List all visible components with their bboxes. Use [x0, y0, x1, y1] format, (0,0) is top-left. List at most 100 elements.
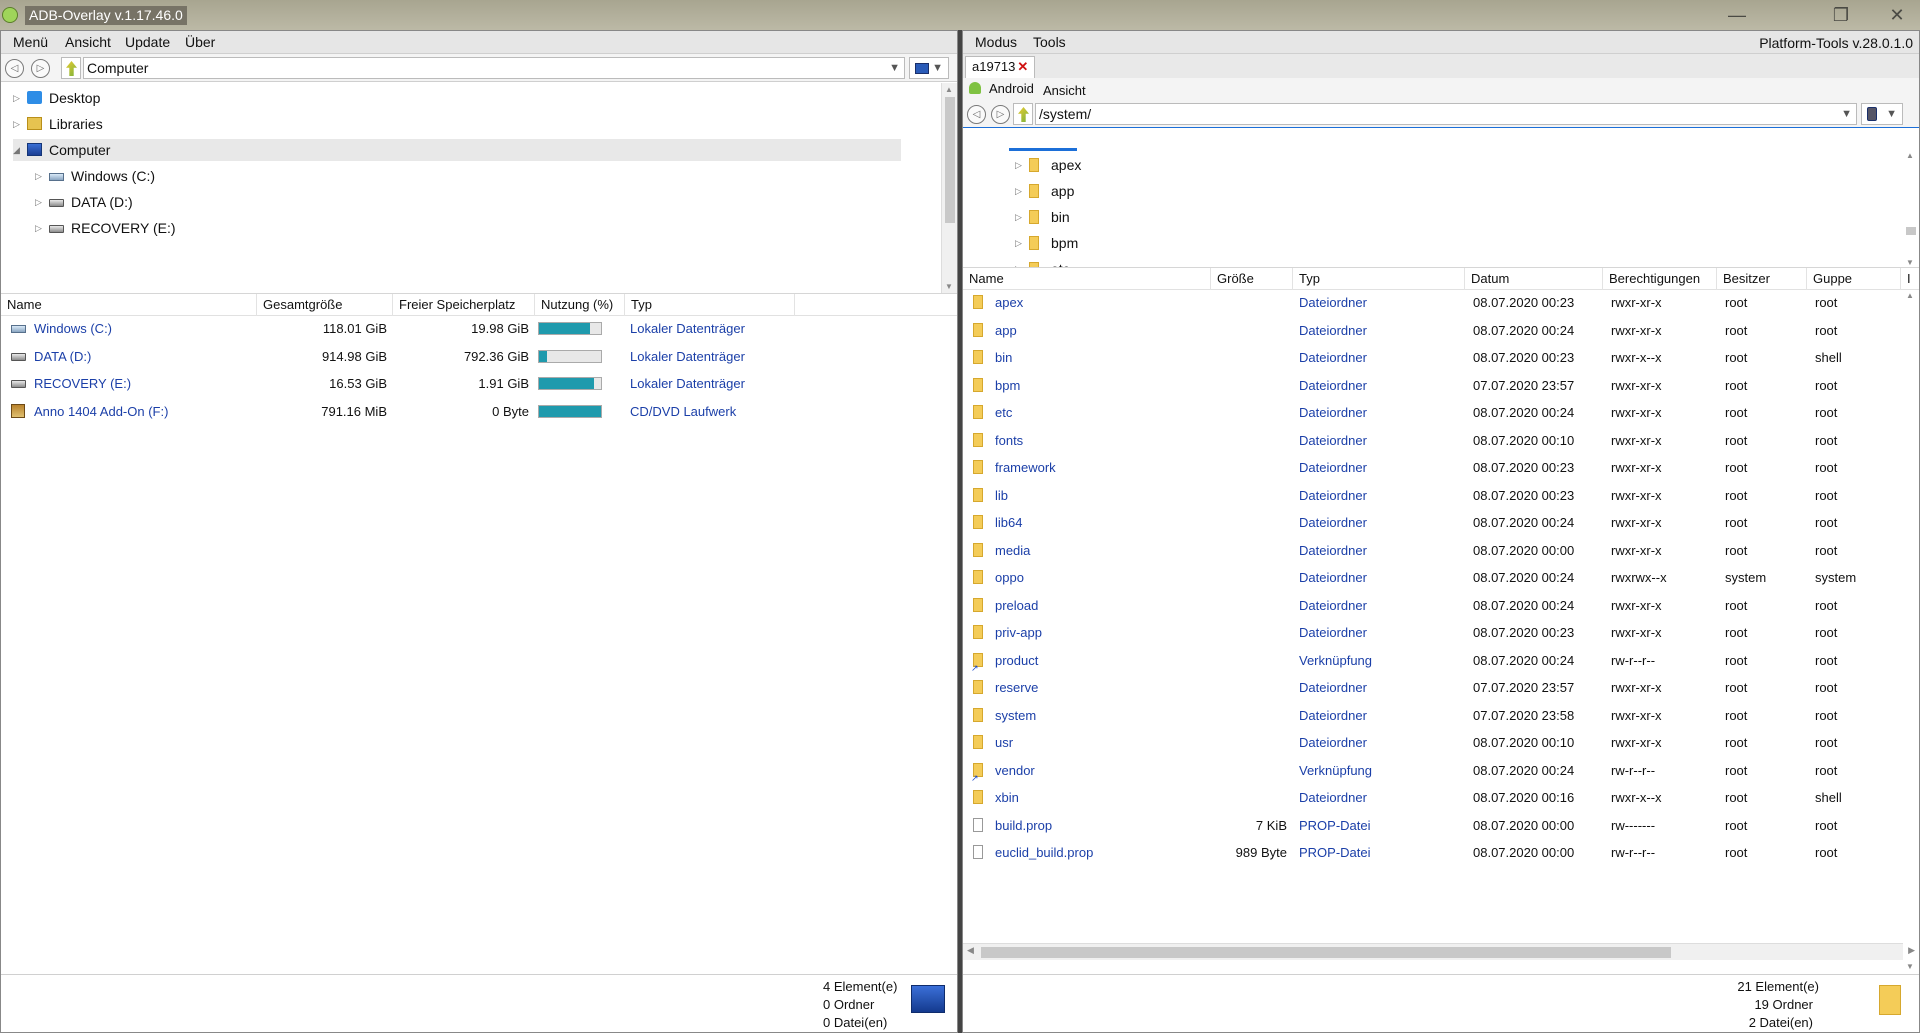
tree-item[interactable]: ▷ Libraries — [13, 113, 901, 135]
file-name[interactable]: bin — [995, 346, 1209, 369]
tree-item[interactable]: ▷ Desktop — [13, 87, 901, 109]
table-row[interactable]: usr Dateiordner 08.07.2020 00:10 rwxr-xr-x r… — [963, 731, 1919, 754]
title-bar[interactable]: ADB-Overlay v.1.17.46.0 — ❐ ✕ — [0, 0, 1920, 30]
file-name[interactable]: build.prop — [995, 814, 1209, 837]
menu-menue[interactable]: Menü — [13, 34, 48, 51]
scroll-up-icon[interactable]: ▲ — [1906, 151, 1914, 160]
tree-item[interactable]: ▷ apex — [1015, 154, 1515, 176]
left-tree-scrollbar[interactable]: ▲ ▼ — [941, 83, 957, 293]
right-device-selector[interactable]: ▼ — [1861, 103, 1903, 125]
file-name[interactable]: usr — [995, 731, 1209, 754]
table-row[interactable]: vendor Verknüpfung 08.07.2020 00:24 rw-r--r… — [963, 759, 1919, 790]
table-row[interactable]: bpm Dateiordner 07.07.2020 23:57 rwxr-xr-x r… — [963, 374, 1919, 397]
tree-item[interactable]: ▷ bpm — [1015, 232, 1515, 254]
scroll-thumb[interactable] — [1906, 227, 1916, 235]
expand-icon[interactable]: ▷ — [13, 87, 23, 109]
menu-ueber[interactable]: Über — [185, 34, 215, 51]
right-list-vscroll[interactable]: ▲ ▼ — [1903, 291, 1919, 971]
table-row[interactable]: preload Dateiordner 08.07.2020 00:24 rwxr-x… — [963, 594, 1919, 617]
table-row[interactable]: DATA (D:) 914.98 GiB 792.36 GiB Lokaler Dat… — [1, 345, 957, 368]
expand-icon[interactable]: ▷ — [1015, 206, 1025, 228]
file-name[interactable]: product — [995, 649, 1209, 672]
expand-icon[interactable]: ▷ — [13, 113, 23, 135]
device-tab[interactable]: a19713 ✕ — [965, 56, 1036, 78]
expand-icon[interactable]: ▷ — [1015, 258, 1025, 267]
table-row[interactable]: fonts Dateiordner 08.07.2020 00:10 rwxr-xr-… — [963, 429, 1919, 452]
forward-icon[interactable]: ▷ — [31, 59, 50, 78]
menu-tools[interactable]: Tools — [1033, 34, 1066, 51]
file-name[interactable]: media — [995, 539, 1209, 562]
tree-item[interactable]: ▷ RECOVERY (E:) — [35, 217, 901, 239]
up-arrow-icon[interactable] — [61, 57, 81, 79]
left-path-input[interactable]: Computer ▼ — [83, 57, 905, 79]
expand-icon[interactable]: ▷ — [35, 191, 45, 213]
menu-update[interactable]: Update — [125, 34, 170, 51]
close-tab-icon[interactable]: ✕ — [1017, 59, 1028, 74]
tree-item[interactable]: ▷ etc — [1015, 258, 1515, 267]
tree-item[interactable]: ▷ Windows (C:) — [35, 165, 901, 187]
scroll-down-icon[interactable]: ▼ — [1906, 962, 1914, 971]
android-menu[interactable]: Android — [989, 81, 1034, 96]
file-name[interactable]: xbin — [995, 786, 1209, 809]
table-row[interactable]: product Verknüpfung 08.07.2020 00:24 rw-r--… — [963, 649, 1919, 680]
minimize-icon[interactable]: — — [1714, 2, 1760, 28]
col-total-size[interactable]: Gesamtgröße — [257, 294, 393, 316]
restore-icon[interactable]: ❐ — [1818, 2, 1864, 28]
col-type[interactable]: Typ — [1293, 268, 1465, 290]
file-name[interactable]: euclid_build.prop — [995, 841, 1209, 864]
back-icon[interactable]: ◁ — [5, 59, 24, 78]
ansicht-menu[interactable]: Ansicht — [1043, 83, 1086, 98]
file-name[interactable]: reserve — [995, 676, 1209, 699]
table-row[interactable]: build.prop 7 KiB PROP-Datei 08.07.2020 00:0… — [963, 814, 1919, 837]
expand-icon[interactable]: ▷ — [35, 165, 45, 187]
table-row[interactable]: bin Dateiordner 08.07.2020 00:23 rwxr-x--x r… — [963, 346, 1919, 369]
table-row[interactable]: xbin Dateiordner 08.07.2020 00:16 rwxr-x--x… — [963, 786, 1919, 809]
table-row[interactable]: lib64 Dateiordner 08.07.2020 00:24 rwxr-xr-… — [963, 511, 1919, 534]
table-row[interactable]: media Dateiordner 08.07.2020 00:00 rwxr-xr-… — [963, 539, 1919, 562]
tree-item[interactable]: ▷ app — [1015, 180, 1515, 202]
file-name[interactable]: bpm — [995, 374, 1209, 397]
file-name[interactable]: etc — [995, 401, 1209, 424]
drive-name[interactable]: RECOVERY (E:) — [34, 372, 254, 395]
close-icon[interactable]: ✕ — [1874, 2, 1920, 28]
expand-icon[interactable]: ▷ — [1015, 154, 1025, 176]
up-arrow-icon[interactable] — [1013, 103, 1033, 125]
table-row[interactable]: priv-app Dateiordner 08.07.2020 00:23 rwxr-… — [963, 621, 1919, 644]
scroll-right-icon[interactable]: ▶ — [1908, 945, 1915, 956]
menu-ansicht[interactable]: Ansicht — [65, 34, 111, 51]
col-group[interactable]: Guppe — [1807, 268, 1901, 290]
scroll-down-icon[interactable]: ▼ — [945, 282, 953, 291]
expand-icon[interactable]: ▷ — [1015, 232, 1025, 254]
drive-name[interactable]: Windows (C:) — [34, 317, 254, 340]
col-usage[interactable]: Nutzung (%) — [535, 294, 625, 316]
file-name[interactable]: preload — [995, 594, 1209, 617]
drive-name[interactable]: DATA (D:) — [34, 345, 254, 368]
file-name[interactable]: lib — [995, 484, 1209, 507]
file-name[interactable]: vendor — [995, 759, 1209, 782]
table-row[interactable]: Anno 1404 Add-On (F:) 791.16 MiB 0 Byte CD/… — [1, 400, 957, 423]
file-name[interactable]: fonts — [995, 429, 1209, 452]
chevron-down-icon[interactable]: ▼ — [889, 58, 900, 78]
tree-item[interactable]: ▷ bin — [1015, 206, 1515, 228]
menu-modus[interactable]: Modus — [975, 34, 1017, 51]
col-free-space[interactable]: Freier Speicherplatz — [393, 294, 535, 316]
right-tree-scrollbar[interactable]: ▲ ▼ — [1903, 151, 1919, 267]
tree-item[interactable]: ◢ Computer — [13, 139, 901, 161]
expand-icon[interactable]: ▷ — [35, 217, 45, 239]
file-name[interactable]: app — [995, 319, 1209, 342]
expand-icon[interactable]: ▷ — [1015, 180, 1025, 202]
file-name[interactable]: priv-app — [995, 621, 1209, 644]
file-name[interactable]: lib64 — [995, 511, 1209, 534]
col-permissions[interactable]: Berechtigungen — [1603, 268, 1717, 290]
table-row[interactable]: app Dateiordner 08.07.2020 00:24 rwxr-xr-x r… — [963, 319, 1919, 342]
expand-icon[interactable]: ◢ — [13, 139, 23, 161]
table-row[interactable]: reserve Dateiordner 07.07.2020 23:57 rwxr-x… — [963, 676, 1919, 699]
chevron-down-icon[interactable]: ▼ — [1841, 104, 1852, 124]
table-row[interactable]: oppo Dateiordner 08.07.2020 00:24 rwxrwx--x… — [963, 566, 1919, 589]
scroll-down-icon[interactable]: ▼ — [1906, 258, 1914, 267]
forward-icon[interactable]: ▷ — [991, 105, 1010, 124]
table-row[interactable]: Windows (C:) 118.01 GiB 19.98 GiB Lokaler D… — [1, 317, 957, 340]
table-row[interactable]: euclid_build.prop 989 Byte PROP-Datei 08.07… — [963, 841, 1919, 864]
col-name[interactable]: Name — [963, 268, 1211, 290]
table-row[interactable]: system Dateiordner 07.07.2020 23:58 rwxr-xr… — [963, 704, 1919, 727]
